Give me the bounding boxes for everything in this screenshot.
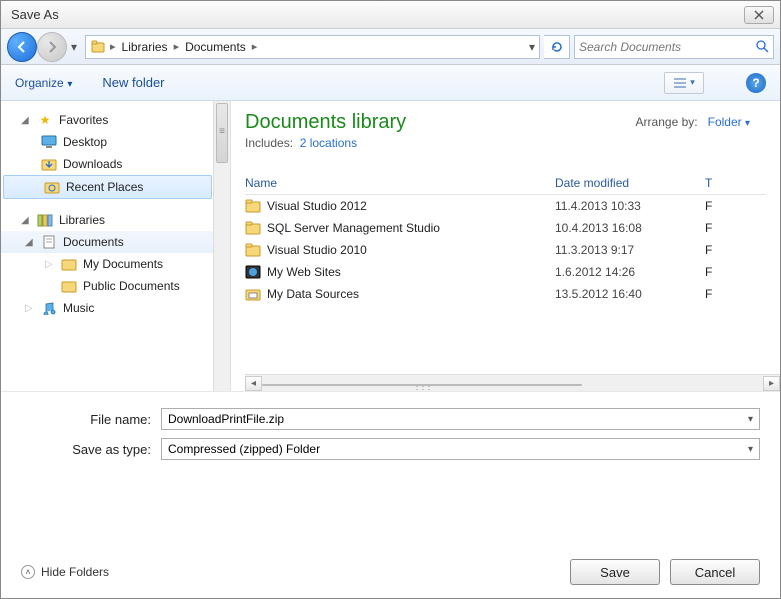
refresh-button[interactable] <box>544 35 570 59</box>
close-button[interactable] <box>744 6 774 24</box>
organize-button[interactable]: Organize ▾ <box>15 75 72 90</box>
list-item[interactable]: Visual Studio 2010 11.3.2013 9:17 F <box>245 239 766 261</box>
chevron-down-icon: ▾ <box>745 118 750 129</box>
scroll-left-icon[interactable]: ◂ <box>245 376 262 391</box>
filetype-label: Save as type: <box>21 442 161 457</box>
chevron-down-icon: ▾ <box>67 79 72 90</box>
content-pane: Documents library Includes: 2 locations … <box>231 101 780 391</box>
nav-history-dropdown[interactable]: ▾ <box>67 33 81 61</box>
body-pane: ◢ ★ Favorites Desktop Downloads Recent P… <box>1 101 780 391</box>
arrow-right-icon <box>45 40 59 54</box>
breadcrumb-bar[interactable]: ▸ Libraries ▸ Documents ▸ ▾ <box>85 35 540 59</box>
collapse-icon[interactable]: ◢ <box>21 115 31 126</box>
downloads-icon <box>41 156 57 172</box>
help-button[interactable]: ? <box>746 73 766 93</box>
file-list: Visual Studio 2012 11.4.2013 10:33 F SQL… <box>245 195 766 305</box>
save-button[interactable]: Save <box>570 559 660 585</box>
arrange-dropdown[interactable]: Folder ▾ <box>708 115 750 129</box>
tree-item-music[interactable]: ▷ Music <box>1 297 230 319</box>
col-date[interactable]: Date modified <box>555 176 705 190</box>
expand-icon[interactable]: ▷ <box>45 259 55 270</box>
arrow-left-icon <box>15 40 29 54</box>
col-type[interactable]: T <box>705 176 766 190</box>
recent-icon <box>44 179 60 195</box>
back-button[interactable] <box>7 32 37 62</box>
hide-folders-button[interactable]: ˄ Hide Folders <box>21 565 109 579</box>
star-icon: ★ <box>37 112 53 128</box>
scrollbar-thumb[interactable] <box>262 384 582 386</box>
includes-link[interactable]: 2 locations <box>300 136 357 150</box>
music-icon <box>41 300 57 316</box>
filename-input[interactable]: DownloadPrintFile.zip ▾ <box>161 408 760 430</box>
forward-button[interactable] <box>37 32 67 62</box>
footer: ˄ Hide Folders Save Cancel <box>1 546 780 598</box>
data-icon <box>245 286 261 302</box>
list-item[interactable]: SQL Server Management Studio 10.4.2013 1… <box>245 217 766 239</box>
scrollbar-thumb[interactable] <box>216 103 228 163</box>
tree-scrollbar[interactable] <box>213 101 230 391</box>
tree-favorites[interactable]: ◢ ★ Favorites <box>1 109 230 131</box>
folder-icon <box>245 242 261 258</box>
save-form: File name: DownloadPrintFile.zip ▾ Save … <box>1 391 780 474</box>
location-icon <box>90 39 106 55</box>
folder-icon <box>245 198 261 214</box>
nav-buttons: ▾ <box>7 32 81 62</box>
column-headers[interactable]: Name Date modified T <box>245 172 766 195</box>
expand-icon[interactable]: ▷ <box>25 303 35 314</box>
title-bar: Save As <box>1 1 780 29</box>
search-input[interactable]: Search Documents <box>574 35 774 59</box>
col-name[interactable]: Name <box>245 176 555 190</box>
arrange-by: Arrange by: Folder ▾ <box>636 115 750 129</box>
view-icon <box>673 77 687 89</box>
tree-libraries[interactable]: ◢ Libraries <box>1 209 230 231</box>
tree-item-documents[interactable]: ◢ Documents <box>1 231 230 253</box>
chevron-down-icon[interactable]: ▾ <box>748 414 753 425</box>
toolbar: Organize ▾ New folder ▾ ? <box>1 65 780 101</box>
library-subtitle: Includes: 2 locations <box>245 136 766 150</box>
list-item[interactable]: Visual Studio 2012 11.4.2013 10:33 F <box>245 195 766 217</box>
folder-icon <box>61 256 77 272</box>
filename-label: File name: <box>21 412 161 427</box>
list-item[interactable]: My Web Sites 1.6.2012 14:26 F <box>245 261 766 283</box>
search-icon <box>756 40 769 53</box>
breadcrumb-sep-icon: ▸ <box>252 40 258 53</box>
view-mode-button[interactable]: ▾ <box>664 72 704 94</box>
tree-item-desktop[interactable]: Desktop <box>1 131 230 153</box>
chevron-down-icon[interactable]: ▾ <box>748 444 753 455</box>
tree-item-downloads[interactable]: Downloads <box>1 153 230 175</box>
new-folder-button[interactable]: New folder <box>102 75 164 90</box>
breadcrumb-sep-icon: ▸ <box>110 40 116 53</box>
horizontal-scrollbar[interactable]: ◂ ▸ <box>245 374 780 391</box>
libraries-icon <box>37 212 53 228</box>
close-icon <box>754 10 764 20</box>
collapse-icon[interactable]: ◢ <box>21 215 31 226</box>
documents-icon <box>41 234 57 250</box>
refresh-icon <box>550 40 564 54</box>
breadcrumb-item[interactable]: Documents <box>183 40 248 54</box>
folder-icon <box>245 220 261 236</box>
cancel-button[interactable]: Cancel <box>670 559 760 585</box>
tree-item-my-documents[interactable]: ▷ My Documents <box>1 253 230 275</box>
nav-tree: ◢ ★ Favorites Desktop Downloads Recent P… <box>1 101 231 391</box>
chevron-down-icon: ▾ <box>690 77 695 88</box>
list-item[interactable]: My Data Sources 13.5.2012 16:40 F <box>245 283 766 305</box>
help-icon: ? <box>752 76 759 90</box>
breadcrumb-dropdown-icon[interactable]: ▾ <box>529 40 535 54</box>
filetype-select[interactable]: Compressed (zipped) Folder ▾ <box>161 438 760 460</box>
window-title: Save As <box>7 7 744 22</box>
folder-icon <box>61 278 77 294</box>
nav-bar: ▾ ▸ Libraries ▸ Documents ▸ ▾ Search Doc… <box>1 29 780 65</box>
breadcrumb-item[interactable]: Libraries <box>120 40 170 54</box>
tree-item-recent-places[interactable]: Recent Places <box>3 175 212 199</box>
web-icon <box>245 264 261 280</box>
search-placeholder: Search Documents <box>579 40 681 54</box>
tree-item-public-documents[interactable]: Public Documents <box>1 275 230 297</box>
desktop-icon <box>41 134 57 150</box>
collapse-icon[interactable]: ◢ <box>25 237 35 248</box>
chevron-up-icon: ˄ <box>21 565 35 579</box>
breadcrumb-sep-icon: ▸ <box>174 40 180 53</box>
scroll-right-icon[interactable]: ▸ <box>763 376 780 391</box>
